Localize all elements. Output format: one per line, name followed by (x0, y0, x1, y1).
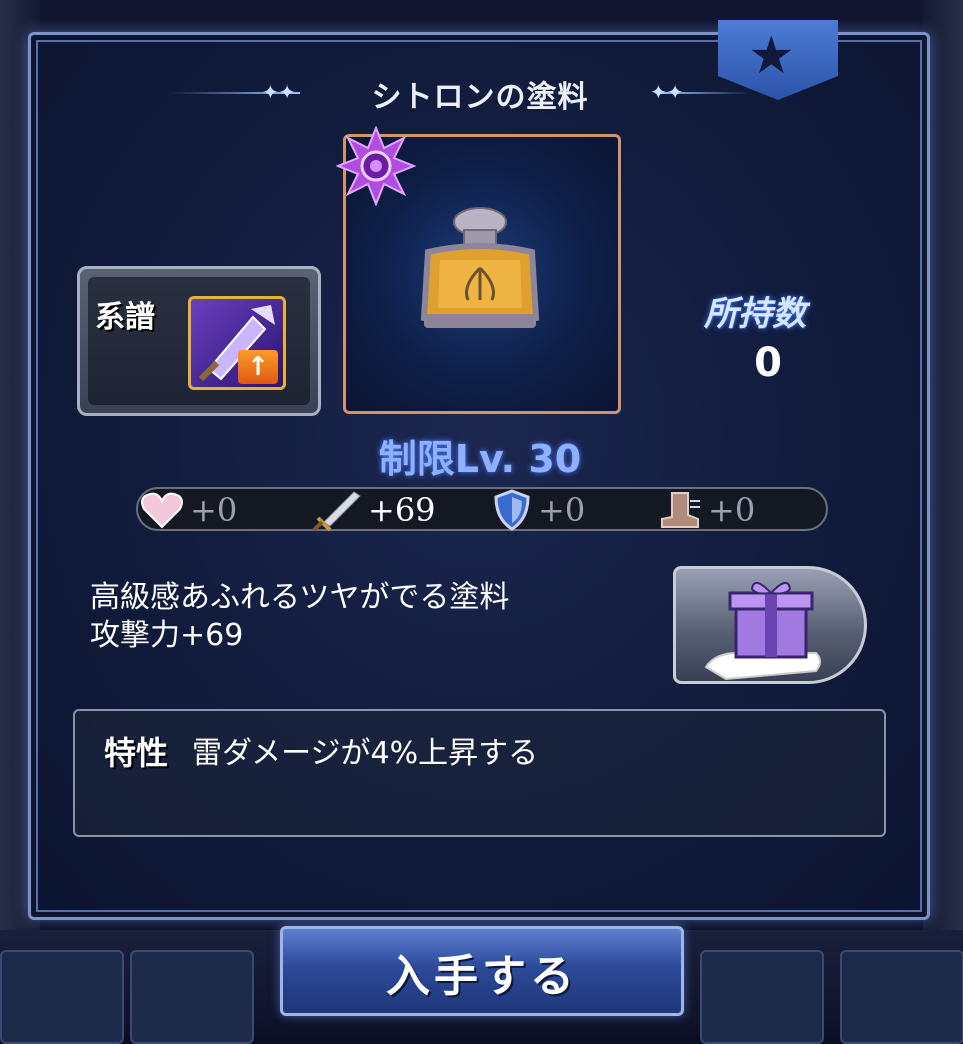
held-count-value: 0 (754, 340, 782, 386)
heart-icon (141, 492, 183, 529)
stat-attack-value: +69 (368, 491, 436, 529)
gift-icon (704, 582, 821, 681)
background-item-slot (0, 950, 124, 1044)
shield-icon (494, 489, 530, 531)
trait-text: 雷ダメージが4%上昇する (192, 736, 539, 771)
trait-label: 特性 (104, 734, 169, 772)
background-item-slot (700, 950, 824, 1044)
background-item-slot (130, 950, 254, 1044)
stat-speed: +0 (658, 490, 755, 530)
level-limit: 制限Lv. 30 (378, 437, 582, 481)
stat-attack: +69 (312, 490, 436, 532)
gift-button[interactable] (673, 566, 867, 684)
upgrade-arrow-icon: ↑ (238, 350, 278, 384)
boot-icon (661, 492, 700, 528)
item-title: シトロンの塗料 (371, 80, 589, 115)
star-icon: ★ (748, 26, 795, 86)
stat-hp: +0 (140, 490, 237, 530)
item-effect: 攻撃力+69 (90, 618, 244, 653)
sparkle-icon: ✦✦ (262, 80, 296, 104)
stat-hp-value: +0 (190, 491, 238, 529)
stat-speed-value: +0 (708, 491, 756, 529)
held-count-label: 所持数 (704, 294, 806, 334)
stat-defense-value: +0 (538, 491, 586, 529)
stat-defense: +0 (492, 489, 586, 531)
sword-icon (312, 491, 361, 532)
obtain-button-label: 入手する (386, 951, 578, 1002)
background-item-slot (840, 950, 963, 1044)
purple-sun-badge-icon (336, 126, 416, 206)
paint-bottle-icon (420, 207, 540, 328)
lineage-label: 系譜 (95, 300, 155, 335)
